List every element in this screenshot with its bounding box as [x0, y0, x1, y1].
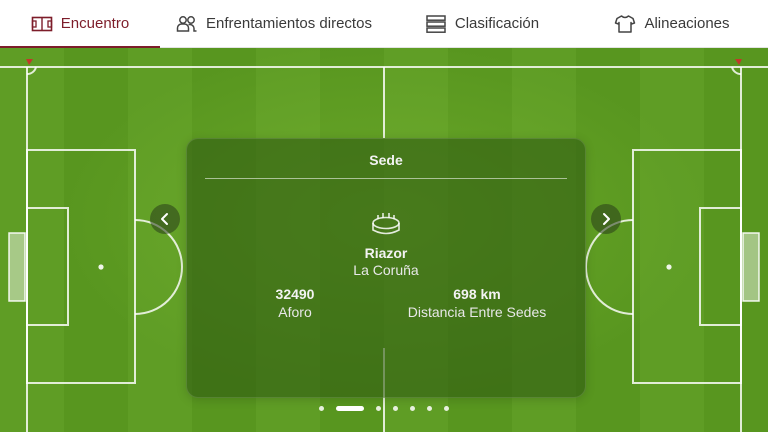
tab-label: Clasificación: [454, 15, 540, 32]
venue-city: La Coruña: [353, 262, 419, 278]
carousel-dot-active[interactable]: [336, 406, 364, 411]
venue-card: Sede Riazor La Coruña 32490 Aforo 698 km: [186, 138, 586, 398]
distance-value: 698 km: [453, 286, 501, 302]
tab-clasificacion[interactable]: Clasificación: [388, 0, 576, 47]
distance-label: Distancia Entre Sedes: [407, 304, 547, 320]
card-title: Sede: [369, 152, 403, 168]
tab-label: Alineaciones: [644, 15, 730, 32]
tab-bar: Encuentro Enfrentamientos directos Clasi…: [0, 0, 768, 48]
jersey-icon: [614, 13, 636, 35]
carousel-indicators: [0, 406, 768, 414]
previous-slide-button[interactable]: [150, 204, 180, 234]
tab-label: Encuentro: [60, 15, 130, 32]
carousel-dot[interactable]: [410, 406, 415, 411]
chevron-left-icon: [161, 213, 168, 225]
stadium-icon: [369, 207, 403, 241]
venue-name: Riazor: [364, 245, 408, 261]
chevron-right-icon: [603, 213, 610, 225]
carousel-dot[interactable]: [393, 406, 398, 411]
football-pitch: Sede Riazor La Coruña 32490 Aforo 698 km: [0, 48, 768, 432]
card-divider: [205, 178, 567, 179]
head-to-head-icon: [176, 13, 198, 35]
tab-encuentro[interactable]: Encuentro: [0, 0, 160, 48]
capacity-stat: 32490 Aforo: [237, 286, 353, 320]
carousel-dot[interactable]: [444, 406, 449, 411]
next-slide-button[interactable]: [591, 204, 621, 234]
carousel-dot[interactable]: [427, 406, 432, 411]
standings-icon: [425, 13, 447, 35]
distance-stat: 698 km Distancia Entre Sedes: [399, 286, 555, 320]
tab-enfrentamientos-directos[interactable]: Enfrentamientos directos: [160, 0, 388, 47]
match-board-icon: [31, 13, 53, 35]
carousel-dot[interactable]: [319, 406, 324, 411]
capacity-label: Aforo: [278, 304, 312, 320]
carousel-dot[interactable]: [376, 406, 381, 411]
tab-alineaciones[interactable]: Alineaciones: [576, 0, 768, 47]
capacity-value: 32490: [275, 286, 315, 302]
tab-label: Enfrentamientos directos: [206, 15, 372, 32]
